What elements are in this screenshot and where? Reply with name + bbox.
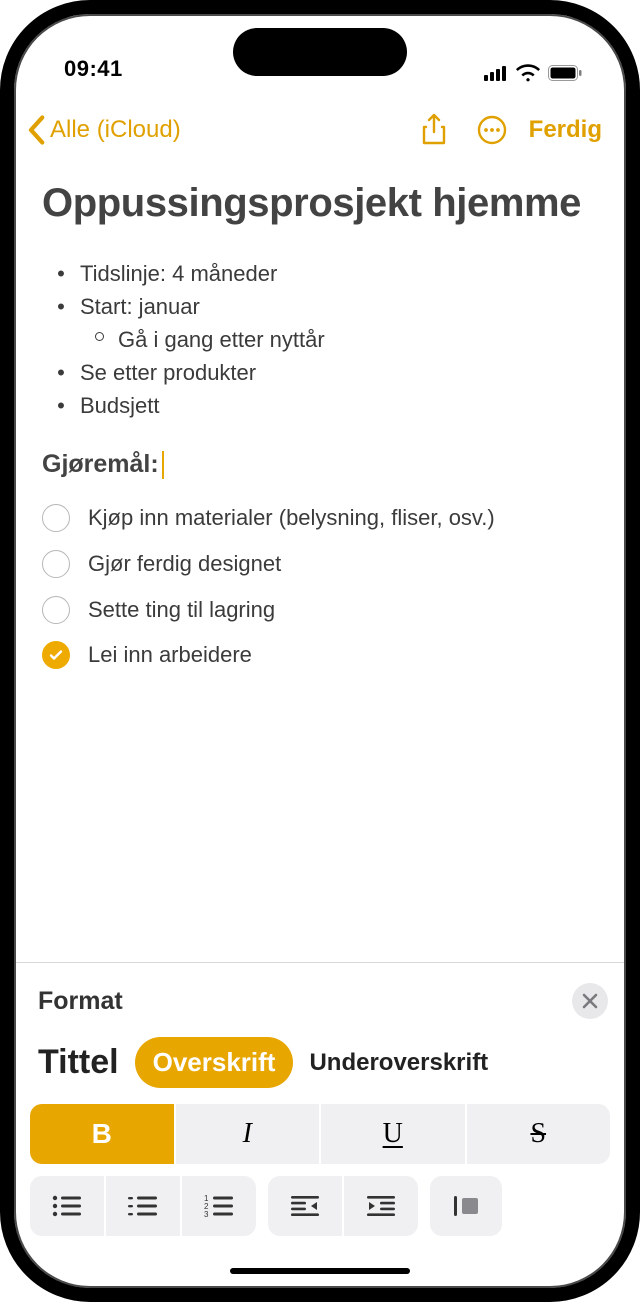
paragraph-style-picker[interactable]: Tittel Overskrift Underoverskrift — [30, 1037, 610, 1104]
text-format-group: B I U S — [30, 1104, 610, 1176]
format-panel-title: Format — [38, 987, 123, 1016]
bullet-text: Start: januar — [80, 290, 200, 323]
style-subheading[interactable]: Underoverskrift — [309, 1049, 488, 1077]
block-quote-icon — [450, 1193, 482, 1219]
close-format-button[interactable] — [572, 983, 608, 1019]
strikethrough-button[interactable]: S — [467, 1104, 611, 1164]
bullet-item[interactable]: •Start: januar — [42, 290, 598, 323]
bullet-item[interactable]: Gå i gang etter nyttår — [42, 323, 598, 356]
checklist-text: Gjør ferdig designet — [88, 549, 598, 579]
checklist-text: Lei inn arbeidere — [88, 640, 598, 670]
dashed-list-button[interactable] — [106, 1176, 180, 1236]
checklist-item[interactable]: Sette ting til lagring — [42, 587, 598, 633]
checkbox-checked-icon[interactable] — [42, 641, 70, 669]
underline-button[interactable]: U — [321, 1104, 465, 1164]
style-heading[interactable]: Overskrift — [135, 1037, 294, 1088]
checklist-text: Sette ting til lagring — [88, 595, 598, 625]
bullet-text: Se etter produkter — [80, 356, 256, 389]
battery-icon — [548, 65, 582, 81]
open-bullet-icon — [80, 326, 118, 359]
back-label: Alle (iCloud) — [50, 116, 181, 144]
checklist-text: Kjøp inn materialer (belysning, fliser, … — [88, 503, 598, 533]
format-panel: Format Tittel Overskrift Underoverskrift… — [14, 962, 626, 1288]
home-indicator[interactable] — [230, 1268, 410, 1274]
list-format-row: 123 — [30, 1176, 610, 1236]
bullet-text: Budsjett — [80, 389, 160, 422]
more-icon — [476, 114, 508, 146]
status-icons — [484, 64, 582, 82]
bullet-icon: • — [42, 290, 80, 323]
indent-button[interactable] — [344, 1176, 418, 1236]
checkbox-icon[interactable] — [42, 596, 70, 624]
note-content[interactable]: Oppussingsprosjekt hjemme •Tidslinje: 4 … — [14, 164, 626, 678]
block-quote-button[interactable] — [430, 1176, 502, 1236]
bullet-icon: • — [42, 389, 80, 422]
chevron-left-icon — [26, 115, 46, 145]
bold-button[interactable]: B — [30, 1104, 174, 1164]
bullet-item[interactable]: •Budsjett — [42, 389, 598, 422]
style-title[interactable]: Tittel — [38, 1043, 119, 1082]
done-button[interactable]: Ferdig — [523, 116, 602, 144]
bullet-item[interactable]: •Tidslinje: 4 måneder — [42, 257, 598, 290]
checklist-item[interactable]: Lei inn arbeidere — [42, 632, 598, 678]
checklist-item[interactable]: Gjør ferdig designet — [42, 541, 598, 587]
bulleted-list-button[interactable] — [30, 1176, 104, 1236]
subheading-text: Gjøremål: — [42, 450, 159, 479]
numbered-list-button[interactable]: 123 — [182, 1176, 256, 1236]
svg-text:3: 3 — [204, 1210, 209, 1219]
numbered-list-icon: 123 — [203, 1193, 235, 1219]
bullet-text: Tidslinje: 4 måneder — [80, 257, 277, 290]
back-button[interactable]: Alle (iCloud) — [26, 115, 181, 145]
italic-button[interactable]: I — [176, 1104, 320, 1164]
note-subheading[interactable]: Gjøremål: — [42, 450, 598, 479]
bulleted-list-icon — [51, 1193, 83, 1219]
wifi-icon — [516, 64, 540, 82]
dashed-list-icon — [127, 1193, 159, 1219]
bullet-text: Gå i gang etter nyttår — [118, 323, 325, 356]
status-time: 09:41 — [64, 56, 123, 82]
outdent-button[interactable] — [268, 1176, 342, 1236]
checklist-item[interactable]: Kjøp inn materialer (belysning, fliser, … — [42, 495, 598, 541]
note-title[interactable]: Oppussingsprosjekt hjemme — [42, 180, 598, 227]
cellular-icon — [484, 65, 508, 81]
text-cursor — [162, 451, 164, 479]
checklist[interactable]: Kjøp inn materialer (belysning, fliser, … — [42, 495, 598, 678]
bullet-list[interactable]: •Tidslinje: 4 måneder•Start: januarGå i … — [42, 257, 598, 422]
share-icon — [421, 113, 447, 147]
bullet-icon: • — [42, 356, 80, 389]
indent-icon — [365, 1193, 397, 1219]
bullet-icon: • — [42, 257, 80, 290]
share-button[interactable] — [407, 110, 461, 150]
checkbox-icon[interactable] — [42, 504, 70, 532]
checkbox-icon[interactable] — [42, 550, 70, 578]
more-button[interactable] — [465, 110, 519, 150]
outdent-icon — [289, 1193, 321, 1219]
bullet-item[interactable]: •Se etter produkter — [42, 356, 598, 389]
nav-bar: Alle (iCloud) Ferdig — [14, 84, 626, 164]
close-icon — [582, 993, 598, 1009]
